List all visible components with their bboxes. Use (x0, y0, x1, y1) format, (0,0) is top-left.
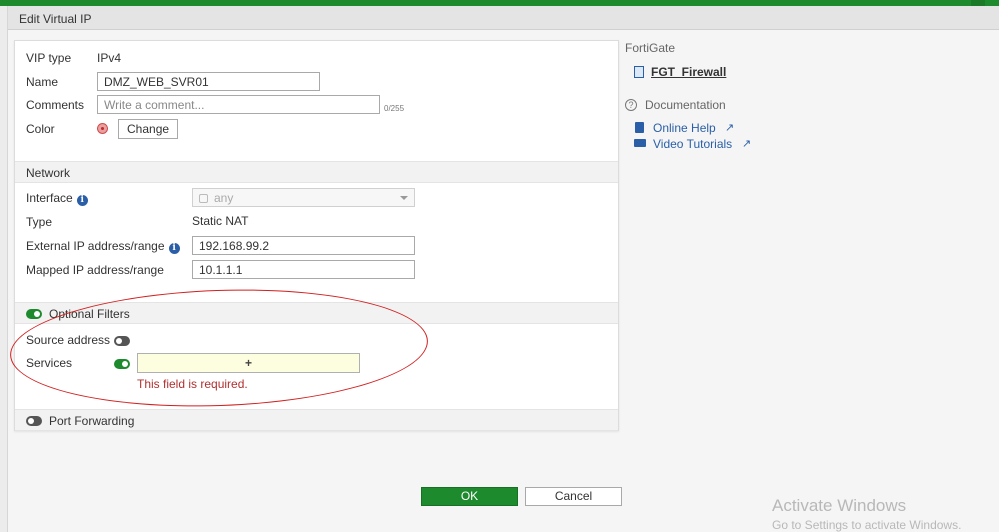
external-link-icon: ↗ (725, 122, 735, 134)
comments-label: Comments (26, 98, 85, 112)
optional-filters-toggle[interactable] (26, 309, 42, 319)
vip-type-label: VIP type (26, 51, 72, 65)
info-icon[interactable]: i (76, 195, 88, 206)
color-label: Color (26, 122, 55, 136)
dialog-title: Edit Virtual IP (19, 12, 92, 26)
interface-label-text: Interface (26, 191, 73, 205)
port-forwarding-toggle[interactable] (26, 416, 42, 426)
video-tutorials-link[interactable]: Video Tutorials (653, 137, 732, 151)
activate-windows-subtitle: Go to Settings to activate Windows. (772, 518, 962, 532)
external-ip-input[interactable]: 192.168.99.2 (192, 236, 415, 255)
interface-checkbox-icon (199, 194, 208, 203)
port-forwarding-title: Port Forwarding (49, 414, 135, 428)
name-label: Name (26, 75, 59, 89)
port-forwarding-section-header: Port Forwarding (15, 409, 618, 431)
device-link[interactable]: FGT_Firewall (651, 65, 726, 79)
network-section-header: Network (15, 161, 618, 183)
external-ip-label-text: External IP address/range (26, 239, 165, 253)
dialog-title-bar: Edit Virtual IP (8, 6, 999, 30)
interface-select[interactable]: any (192, 188, 415, 207)
mapped-ip-label: Mapped IP address/range (26, 263, 164, 277)
online-help-link[interactable]: Online Help (653, 121, 716, 135)
fortigate-heading: FortiGate (625, 41, 676, 55)
type-value: Static NAT (192, 214, 249, 228)
vip-type-value: IPv4 (97, 51, 122, 65)
book-icon (635, 122, 644, 133)
name-input[interactable]: DMZ_WEB_SVR01 (97, 72, 320, 91)
ok-button[interactable]: OK (421, 487, 518, 506)
type-label: Type (26, 215, 53, 229)
cancel-button[interactable]: Cancel (525, 487, 622, 506)
left-edge-strip (0, 6, 8, 532)
comments-char-counter: 0/255 (384, 104, 405, 113)
interface-select-value: any (214, 191, 234, 205)
change-color-button[interactable]: Change (118, 119, 179, 139)
interface-label: Interface i (26, 191, 88, 206)
documentation-heading: Documentation (645, 98, 726, 112)
mapped-ip-input[interactable]: 10.1.1.1 (192, 260, 415, 279)
color-swatch-icon (97, 123, 108, 134)
external-link-icon: ↗ (742, 138, 752, 150)
chevron-down-icon (400, 196, 408, 200)
external-ip-label: External IP address/range i (26, 239, 180, 254)
info-icon[interactable]: i (168, 243, 180, 254)
help-circle-icon: ? (625, 99, 637, 111)
network-section-title: Network (26, 166, 71, 180)
activate-windows-title: Activate Windows (772, 496, 907, 515)
device-icon (634, 66, 644, 78)
comments-textarea[interactable]: Write a comment... (97, 95, 380, 114)
video-camera-icon (634, 139, 646, 147)
